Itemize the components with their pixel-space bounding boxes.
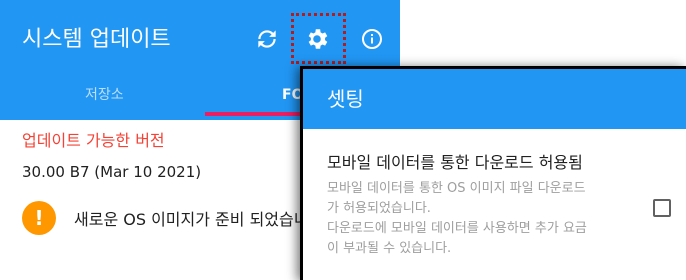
update-notice-text: 새로운 OS 이미지가 준비 되었습니 <box>74 210 309 229</box>
settings-button[interactable] <box>300 22 334 56</box>
tab-storage[interactable]: 저장소 <box>85 86 124 120</box>
summary-line: 모바일 데이터를 통한 OS 이미지 파일 다운로드 <box>327 181 586 196</box>
preference-title: 모바일 데이터를 통한 다운로드 허용됨 <box>327 153 583 172</box>
gear-icon <box>308 29 328 49</box>
info-icon <box>362 29 382 49</box>
preference-summary: 모바일 데이터를 통한 OS 이미지 파일 다운로드 가 허용되었습니다. 다운… <box>327 179 637 259</box>
summary-line: 다운로드에 모바일 데이터를 사용하면 추가 요금 <box>327 221 587 236</box>
refresh-button[interactable] <box>250 22 284 56</box>
summary-line: 이 부과될 수 있습니다. <box>327 241 452 256</box>
system-update-screen: 시스템 업데이트 저장소 FOT 업데이트 가능한 버전 30.00 B7 (M… <box>0 0 686 280</box>
refresh-icon <box>258 30 276 48</box>
mobile-data-checkbox[interactable] <box>653 199 671 217</box>
version-text: 30.00 B7 (Mar 10 2021) <box>22 163 202 181</box>
app-title: 시스템 업데이트 <box>22 27 171 52</box>
dialog-header: 셋팅 <box>303 69 686 129</box>
available-version-title: 업데이트 가능한 버전 <box>22 131 165 150</box>
settings-dialog: 셋팅 모바일 데이터를 통한 다운로드 허용됨 모바일 데이터를 통한 OS 이… <box>300 66 686 280</box>
info-button[interactable] <box>355 22 389 56</box>
warning-icon: ! <box>22 201 56 235</box>
summary-line: 가 허용되었습니다. <box>327 201 431 216</box>
dialog-title: 셋팅 <box>327 87 364 111</box>
